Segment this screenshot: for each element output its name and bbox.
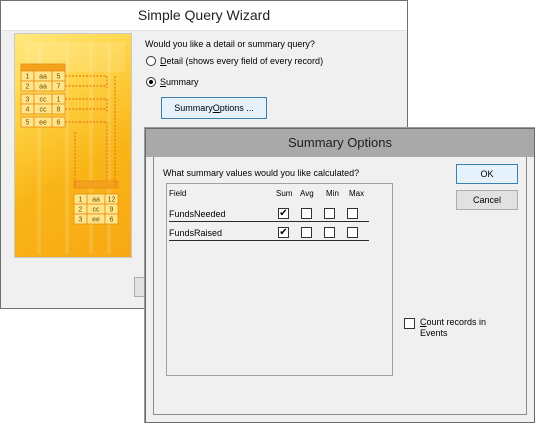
source-table-cell-text: 7	[57, 84, 61, 91]
source-table-cell-text: 1	[57, 97, 61, 104]
source-table-cell-text: 8	[57, 107, 61, 114]
detail-radio[interactable]	[146, 56, 156, 66]
count-records-label: Count records in Events	[420, 317, 487, 338]
table-row: FundsRaised ✔	[167, 223, 392, 241]
source-table-cell-text: 1	[26, 74, 30, 81]
query-illustration: 1 aa 5 2 aa 7 3 cc 1 4 cc 8 5 ee 6 1 aa 12 2 cc 9 3 ee 6	[14, 33, 132, 258]
count-records-option[interactable]: Count records in Events	[404, 317, 486, 339]
result-table-cell-text: 6	[110, 217, 114, 224]
column-header-sum: Sum	[276, 189, 293, 198]
result-table-cell-text: cc	[93, 207, 101, 214]
result-table-cell-text: 3	[79, 217, 83, 224]
source-table-cell-text: 3	[26, 97, 30, 104]
field-name: FundsRaised	[169, 228, 223, 238]
max-checkbox[interactable]	[347, 208, 358, 219]
summary-option[interactable]: Summary	[146, 75, 199, 89]
field-name: FundsNeeded	[169, 209, 226, 219]
result-table-cell-text: aa	[92, 197, 100, 204]
column-header-field: Field	[169, 189, 187, 198]
result-table-cell-text: 2	[79, 207, 83, 214]
dialog-question: What summary values would you like calcu…	[163, 168, 360, 178]
result-table-cell-text: 1	[79, 197, 83, 204]
sum-checkbox[interactable]: ✔	[278, 208, 289, 219]
source-table-cell-text: cc	[40, 97, 48, 104]
illustration-svg: 1 aa 5 2 aa 7 3 cc 1 4 cc 8 5 ee 6 1 aa 12 2 cc 9 3 ee 6	[20, 42, 125, 254]
dialog-title: Summary Options	[146, 129, 534, 157]
source-table-cell-text: aa	[39, 74, 47, 81]
count-records-checkbox[interactable]	[404, 318, 415, 329]
source-table-cell-text: 4	[26, 107, 30, 114]
source-table-cell-text: cc	[40, 107, 48, 114]
source-table-cell-text: 5	[57, 74, 61, 81]
source-table-cell-text: 6	[57, 120, 61, 127]
avg-checkbox[interactable]	[301, 227, 312, 238]
source-table-cell-text: 5	[26, 120, 30, 127]
sum-checkbox[interactable]: ✔	[278, 227, 289, 238]
cancel-button[interactable]: Cancel	[456, 190, 518, 210]
column-header-avg: Avg	[300, 189, 314, 198]
row-divider	[169, 221, 369, 222]
summary-options-button[interactable]: Summary Options ...	[161, 97, 267, 119]
min-checkbox[interactable]	[324, 227, 335, 238]
column-header-max: Max	[349, 189, 365, 198]
source-table-cell-text: 2	[26, 84, 30, 91]
wizard-question: Would you like a detail or summary query…	[145, 39, 315, 49]
ok-button[interactable]: OK	[456, 164, 518, 184]
row-divider	[169, 240, 369, 241]
source-table-cell-text: ee	[39, 120, 47, 127]
min-checkbox[interactable]	[324, 208, 335, 219]
detail-option[interactable]: Detail (shows every field of every recor…	[146, 54, 323, 68]
summary-fields-list: Field Sum Avg Min Max FundsNeeded ✔ Fund…	[166, 183, 393, 376]
detail-label: Detail (shows every field of every recor…	[160, 56, 324, 66]
background-stripe	[65, 44, 69, 254]
summary-options-dialog: Summary Options What summary values woul…	[145, 128, 535, 423]
summary-label: Summary	[160, 77, 199, 87]
wizard-title: Simple Query Wizard	[1, 1, 407, 31]
summary-radio[interactable]	[146, 77, 156, 87]
result-table-cell-text: 9	[110, 207, 114, 214]
avg-checkbox[interactable]	[301, 208, 312, 219]
max-checkbox[interactable]	[347, 227, 358, 238]
result-table-header	[73, 180, 119, 189]
source-table-cell-text: aa	[39, 84, 47, 91]
source-table-header	[20, 63, 66, 72]
result-table-cell-text: 12	[108, 197, 116, 204]
column-header-min: Min	[326, 189, 339, 198]
table-row: FundsNeeded ✔	[167, 204, 392, 222]
result-table-cell-text: ee	[92, 217, 100, 224]
